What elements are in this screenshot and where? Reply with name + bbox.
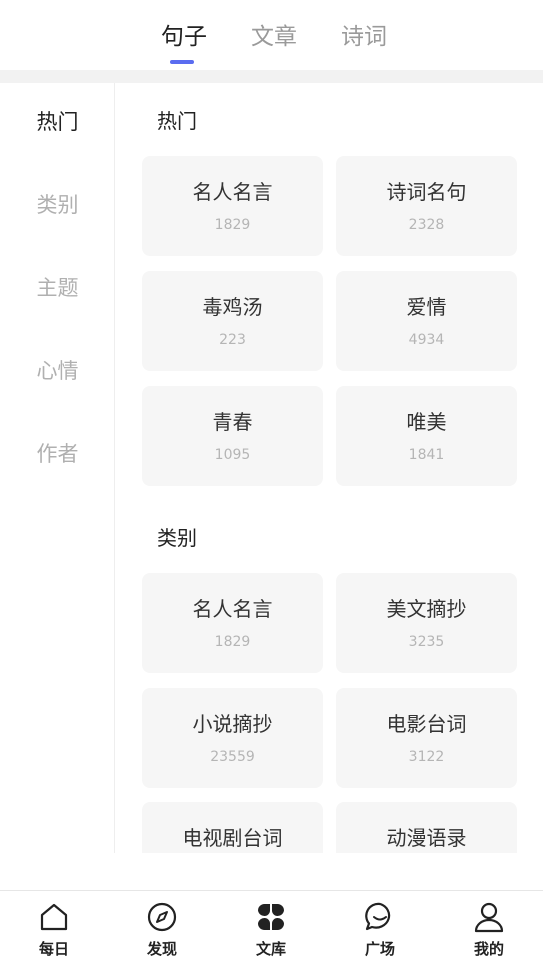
card-count: 1841 <box>408 447 445 463</box>
category-card[interactable]: 青春 1095 <box>142 386 323 486</box>
side-item-theme[interactable]: 主题 <box>0 273 115 303</box>
user-icon <box>474 902 504 933</box>
tab-sentences[interactable]: 句子 <box>161 22 207 52</box>
card-name: 小说摘抄 <box>192 712 273 736</box>
card-name: 名人名言 <box>192 597 273 621</box>
card-count: 223 <box>219 332 246 348</box>
category-card[interactable]: 毒鸡汤 223 <box>142 271 323 371</box>
tab-articles[interactable]: 文章 <box>251 22 297 52</box>
nav-label: 每日 <box>38 940 69 958</box>
card-name: 青春 <box>212 410 253 434</box>
nav-item-square[interactable]: 广场 <box>326 891 434 967</box>
card-count: 1829 <box>214 634 251 650</box>
nav-item-daily[interactable]: 每日 <box>0 891 108 967</box>
category-card[interactable]: 唯美 1841 <box>336 386 517 486</box>
nav-item-discover[interactable]: 发现 <box>108 891 216 967</box>
tab-poetry[interactable]: 诗词 <box>341 22 387 52</box>
card-name: 电视剧台词 <box>182 826 283 850</box>
side-item-mood[interactable]: 心情 <box>0 356 115 386</box>
section-title-hot: 热门 <box>157 109 197 133</box>
active-tab-indicator <box>170 60 194 64</box>
card-count: 1095 <box>214 447 251 463</box>
category-card[interactable]: 小说摘抄 23559 <box>142 688 323 788</box>
category-card[interactable]: 名人名言 1829 <box>142 156 323 256</box>
side-item-category[interactable]: 类别 <box>0 190 115 220</box>
card-count: 3122 <box>408 749 445 765</box>
nav-item-library[interactable]: 文库 <box>217 891 325 967</box>
top-tab-bar: 句子 文章 诗词 <box>0 0 543 70</box>
card-count: 1829 <box>214 217 251 233</box>
card-name: 爱情 <box>406 295 447 319</box>
category-card[interactable]: 诗词名句 2328 <box>336 156 517 256</box>
card-name: 唯美 <box>406 410 447 434</box>
category-card[interactable]: 美文摘抄 3235 <box>336 573 517 673</box>
card-name: 名人名言 <box>192 180 273 204</box>
card-name: 美文摘抄 <box>386 597 467 621</box>
category-card[interactable]: 动漫语录 <box>336 802 517 853</box>
card-name: 毒鸡汤 <box>202 295 263 319</box>
nav-label: 文库 <box>255 940 286 958</box>
category-side-nav: 热门 类别 主题 心情 作者 <box>0 83 115 853</box>
card-count: 23559 <box>210 749 255 765</box>
category-content[interactable]: 热门 名人名言 1829 诗词名句 2328 毒鸡汤 223 爱情 4934 青… <box>116 83 543 853</box>
chat-bubble-icon <box>365 902 391 931</box>
card-count: 4934 <box>408 332 445 348</box>
library-grid-icon <box>258 904 284 930</box>
nav-label: 我的 <box>473 940 504 958</box>
card-count: 2328 <box>408 217 445 233</box>
nav-item-me[interactable]: 我的 <box>435 891 543 967</box>
category-card[interactable]: 电影台词 3122 <box>336 688 517 788</box>
category-card[interactable]: 爱情 4934 <box>336 271 517 371</box>
section-title-category: 类别 <box>157 526 197 550</box>
category-card[interactable]: 电视剧台词 <box>142 802 323 853</box>
nav-label: 发现 <box>146 940 177 958</box>
side-item-hot[interactable]: 热门 <box>0 107 115 137</box>
card-name: 诗词名句 <box>386 180 467 204</box>
side-item-author[interactable]: 作者 <box>0 439 115 469</box>
card-name: 动漫语录 <box>386 826 467 850</box>
header-divider <box>0 70 543 83</box>
card-count: 3235 <box>408 634 445 650</box>
card-name: 电影台词 <box>386 712 467 736</box>
nav-label: 广场 <box>364 940 395 958</box>
bottom-tab-bar: 每日 发现 文库 广场 我的 <box>0 890 543 967</box>
home-icon <box>40 903 68 931</box>
compass-icon <box>147 902 177 932</box>
category-card[interactable]: 名人名言 1829 <box>142 573 323 673</box>
